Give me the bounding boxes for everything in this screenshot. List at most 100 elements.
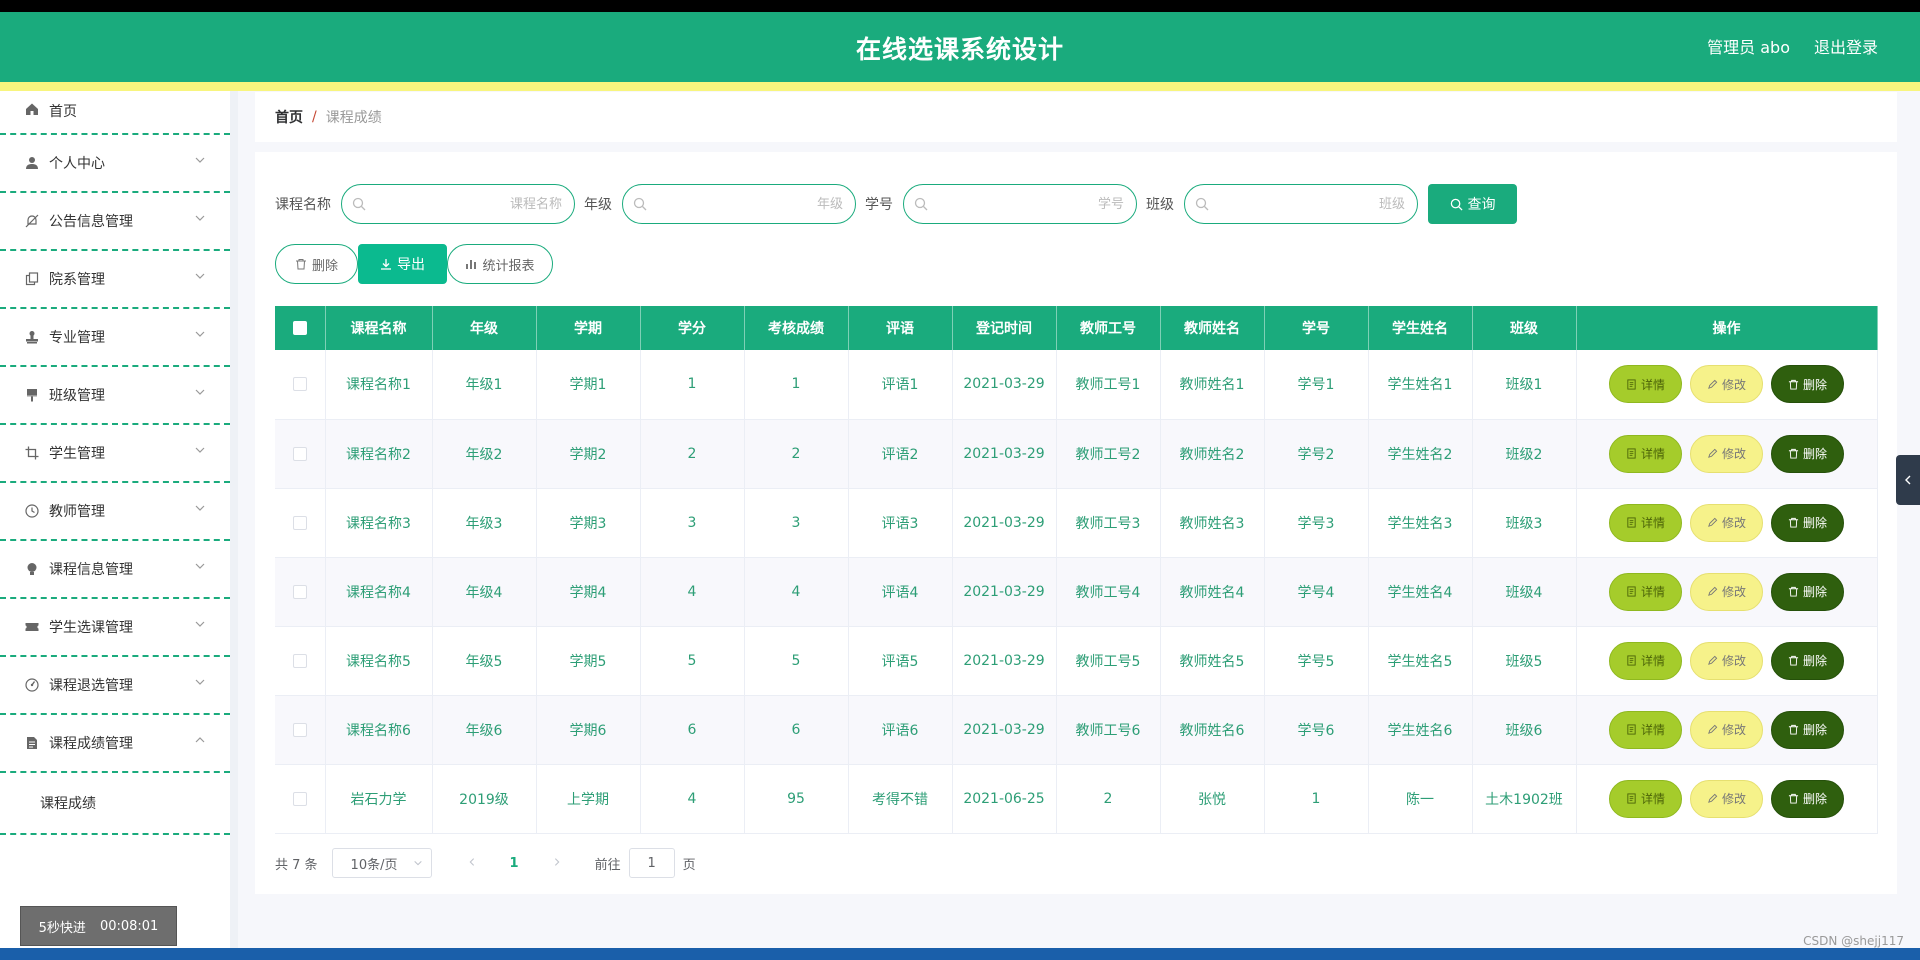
column-header: 学期 — [536, 306, 641, 350]
export-label: 导出 — [397, 257, 425, 273]
table-cell: 教师姓名2 — [1160, 419, 1265, 489]
top-stripe — [0, 82, 1920, 91]
edit-button[interactable]: 修改 — [1690, 434, 1763, 473]
fast-forward-timer[interactable]: 5秒快进 00:08:01 — [20, 906, 177, 946]
class-input[interactable] — [1215, 186, 1405, 222]
document-icon — [1627, 448, 1636, 459]
row-actions-cell: 详情 修改 删除 — [1576, 695, 1878, 765]
course-name-input[interactable] — [372, 186, 562, 222]
edit-button[interactable]: 修改 — [1690, 503, 1763, 542]
goto-page-input[interactable] — [628, 848, 675, 878]
app-frame: 在线选课系统设计 管理员 abo 退出登录 首页 个人中心 公告信息管理 院系管… — [0, 12, 1920, 948]
trash-icon — [1788, 655, 1799, 666]
delete-button-label: 删除 — [1802, 792, 1827, 806]
search-icon — [633, 197, 647, 211]
goto-label: 前往 — [594, 857, 621, 873]
row-checkbox[interactable] — [292, 446, 307, 461]
sidebar-item-personal-center[interactable]: 个人中心 — [0, 135, 230, 193]
chevron-left-icon — [469, 857, 474, 866]
row-checkbox[interactable] — [292, 377, 307, 392]
grade-input[interactable] — [653, 186, 843, 222]
delete-button[interactable]: 删除 — [1771, 434, 1844, 473]
detail-button[interactable]: 详情 — [1609, 434, 1682, 473]
delete-button[interactable]: 删除 — [1771, 779, 1844, 818]
row-actions-cell: 详情 修改 删除 — [1576, 350, 1878, 420]
delete-button[interactable]: 删除 — [1771, 503, 1844, 542]
edit-button-label: 修改 — [1721, 516, 1746, 530]
sidebar-item-class[interactable]: 班级管理 — [0, 367, 230, 425]
detail-button[interactable]: 详情 — [1609, 779, 1682, 818]
next-page-button[interactable] — [547, 856, 567, 871]
delete-button[interactable]: 删除 — [1771, 572, 1844, 611]
right-collapse-tab[interactable] — [1896, 455, 1920, 505]
delete-button[interactable]: 删除 — [1771, 710, 1844, 749]
breadcrumb: 首页 / 课程成绩 — [255, 92, 1897, 142]
document-icon — [1627, 379, 1636, 390]
row-checkbox[interactable] — [292, 584, 307, 599]
edit-button[interactable]: 修改 — [1690, 641, 1763, 680]
column-header: 登记时间 — [952, 306, 1057, 350]
table-cell: 2 — [744, 419, 849, 489]
column-header: 课程名称 — [325, 306, 433, 350]
sidebar-item-label: 课程成绩管理 — [49, 736, 133, 752]
pencil-icon — [1708, 724, 1718, 734]
edit-button[interactable]: 修改 — [1690, 710, 1763, 749]
chevron-down-icon — [195, 389, 205, 395]
select-all-checkbox[interactable] — [292, 321, 307, 335]
detail-button[interactable]: 详情 — [1609, 365, 1682, 404]
document-icon — [1627, 793, 1636, 804]
sidebar-item-teacher[interactable]: 教师管理 — [0, 483, 230, 541]
table-cell: 1 — [1264, 764, 1369, 834]
delete-button[interactable]: 删除 — [1771, 641, 1844, 680]
edit-button[interactable]: 修改 — [1690, 572, 1763, 611]
sidebar-scrollbar[interactable] — [230, 91, 238, 948]
sidebar-item-course-info[interactable]: 课程信息管理 — [0, 541, 230, 599]
table-cell: 2021-03-29 — [952, 488, 1057, 558]
row-checkbox[interactable] — [292, 722, 307, 737]
row-checkbox[interactable] — [292, 791, 307, 806]
table-cell: 班级4 — [1472, 557, 1577, 627]
sidebar-item-home[interactable]: 首页 — [0, 91, 230, 135]
logout-link[interactable]: 退出登录 — [1814, 34, 1878, 58]
page-number-current[interactable]: 1 — [510, 856, 519, 871]
table-cell: 评语5 — [848, 626, 953, 696]
pencil-icon — [1708, 586, 1718, 596]
sidebar-item-announcement[interactable]: 公告信息管理 — [0, 193, 230, 251]
top-bar: 在线选课系统设计 管理员 abo 退出登录 — [0, 12, 1920, 82]
table-cell: 6 — [640, 695, 745, 765]
edit-button[interactable]: 修改 — [1690, 779, 1763, 818]
detail-button[interactable]: 详情 — [1609, 503, 1682, 542]
row-checkbox[interactable] — [292, 653, 307, 668]
sidebar-item-course-selection[interactable]: 学生选课管理 — [0, 599, 230, 657]
sidebar-item-course-grades[interactable]: 课程成绩管理 — [0, 715, 230, 773]
page-size-select[interactable]: 10条/页 — [331, 848, 432, 878]
table-cell: 班级6 — [1472, 695, 1577, 765]
detail-button[interactable]: 详情 — [1609, 641, 1682, 680]
user-icon — [24, 155, 40, 171]
detail-button[interactable]: 详情 — [1609, 572, 1682, 611]
prev-page-button[interactable] — [462, 856, 482, 871]
edit-button-label: 修改 — [1721, 723, 1746, 737]
sidebar-item-student[interactable]: 学生管理 — [0, 425, 230, 483]
detail-button[interactable]: 详情 — [1609, 710, 1682, 749]
student-id-input[interactable] — [934, 186, 1124, 222]
table-cell: 考得不错 — [848, 764, 953, 834]
breadcrumb-home[interactable]: 首页 — [275, 107, 303, 127]
row-checkbox[interactable] — [292, 515, 307, 530]
batch-delete-button[interactable]: 删除 — [275, 244, 358, 284]
sidebar-item-department[interactable]: 院系管理 — [0, 251, 230, 309]
query-button[interactable]: 查询 — [1428, 184, 1517, 224]
statistics-report-button[interactable]: 统计报表 — [447, 244, 553, 284]
column-header: 年级 — [432, 306, 537, 350]
row-select-cell — [275, 557, 326, 627]
pencil-icon — [1708, 655, 1718, 665]
sidebar-item-course-withdraw[interactable]: 课程退选管理 — [0, 657, 230, 715]
sidebar-subitem-grades[interactable]: 课程成绩 — [0, 773, 230, 835]
edit-button[interactable]: 修改 — [1690, 365, 1763, 404]
delete-button[interactable]: 删除 — [1771, 365, 1844, 404]
sidebar: 首页 个人中心 公告信息管理 院系管理 专业管理 班级管理 学生管理 教师管理 … — [0, 91, 230, 948]
export-button[interactable]: 导出 — [358, 244, 447, 284]
sidebar-item-major[interactable]: 专业管理 — [0, 309, 230, 367]
admin-user-label[interactable]: 管理员 abo — [1707, 34, 1790, 58]
table-row: 岩石力学 2019级 上学期 4 95 考得不错 2021-06-25 2 张悦 1 陈一 土木190… — [275, 764, 1878, 834]
